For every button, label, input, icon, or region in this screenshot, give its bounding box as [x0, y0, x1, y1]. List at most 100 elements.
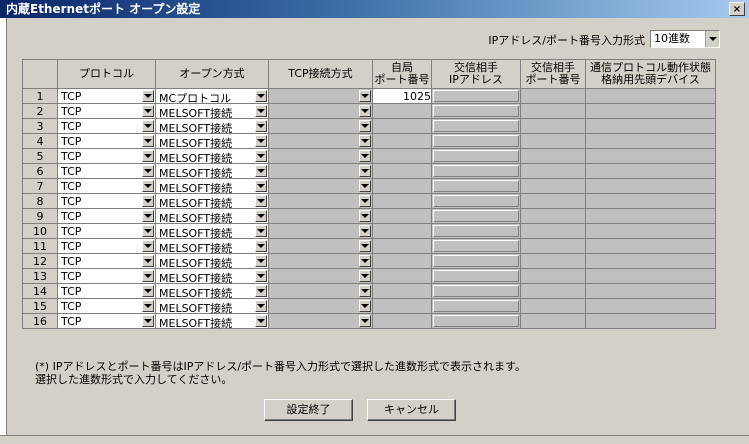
- chevron-down-icon[interactable]: [255, 285, 267, 297]
- cancel-button[interactable]: キャンセル: [367, 399, 456, 421]
- chevron-down-icon[interactable]: [255, 105, 267, 117]
- partner-ip-cell[interactable]: [431, 223, 521, 239]
- chevron-down-icon[interactable]: [142, 225, 154, 237]
- chevron-down-icon[interactable]: [255, 225, 267, 237]
- chevron-down-icon[interactable]: [255, 210, 267, 222]
- format-select[interactable]: 10進数: [650, 30, 720, 48]
- chevron-down-icon[interactable]: [359, 240, 371, 252]
- open-method-select[interactable]: MCプロトコル: [155, 88, 269, 105]
- chevron-down-icon[interactable]: [359, 165, 371, 177]
- protocol-select[interactable]: TCP: [57, 313, 156, 329]
- host-port-input[interactable]: 1025: [372, 88, 432, 104]
- protocol-select[interactable]: TCP: [57, 223, 156, 239]
- chevron-down-icon[interactable]: [359, 300, 371, 312]
- open-method-select[interactable]: MELSOFT接続: [155, 298, 269, 315]
- tcp-connection-select[interactable]: [268, 298, 373, 314]
- partner-ip-button[interactable]: [433, 150, 519, 162]
- partner-ip-cell[interactable]: [431, 88, 521, 104]
- chevron-down-icon[interactable]: [359, 315, 371, 327]
- partner-ip-cell[interactable]: [431, 163, 521, 179]
- chevron-down-icon[interactable]: [255, 315, 267, 327]
- chevron-down-icon[interactable]: [142, 195, 154, 207]
- chevron-down-icon[interactable]: [142, 300, 154, 312]
- chevron-down-icon[interactable]: [142, 120, 154, 132]
- tcp-connection-select[interactable]: [268, 133, 373, 149]
- open-method-select[interactable]: MELSOFT接続: [155, 313, 269, 330]
- chevron-down-icon[interactable]: [255, 195, 267, 207]
- tcp-connection-select[interactable]: [268, 103, 373, 119]
- protocol-select[interactable]: TCP: [57, 298, 156, 314]
- tcp-connection-select[interactable]: [268, 283, 373, 299]
- chevron-down-icon[interactable]: [359, 285, 371, 297]
- partner-ip-button[interactable]: [433, 195, 519, 207]
- chevron-down-icon[interactable]: [359, 210, 371, 222]
- partner-ip-cell[interactable]: [431, 208, 521, 224]
- open-method-select[interactable]: MELSOFT接続: [155, 103, 269, 120]
- chevron-down-icon[interactable]: [255, 180, 267, 192]
- chevron-down-icon[interactable]: [255, 240, 267, 252]
- protocol-select[interactable]: TCP: [57, 253, 156, 269]
- tcp-connection-select[interactable]: [268, 313, 373, 329]
- chevron-down-icon[interactable]: [255, 270, 267, 282]
- open-method-select[interactable]: MELSOFT接続: [155, 283, 269, 300]
- partner-ip-button[interactable]: [433, 270, 519, 282]
- partner-ip-cell[interactable]: [431, 103, 521, 119]
- tcp-connection-select[interactable]: [268, 118, 373, 134]
- tcp-connection-select[interactable]: [268, 148, 373, 164]
- partner-ip-button[interactable]: [433, 255, 519, 267]
- open-method-select[interactable]: MELSOFT接続: [155, 223, 269, 240]
- open-method-select[interactable]: MELSOFT接続: [155, 193, 269, 210]
- partner-ip-cell[interactable]: [431, 268, 521, 284]
- partner-ip-button[interactable]: [433, 315, 519, 327]
- protocol-select[interactable]: TCP: [57, 178, 156, 194]
- chevron-down-icon[interactable]: [359, 270, 371, 282]
- chevron-down-icon[interactable]: [142, 240, 154, 252]
- partner-ip-cell[interactable]: [431, 313, 521, 329]
- partner-ip-button[interactable]: [433, 300, 519, 312]
- partner-ip-button[interactable]: [433, 90, 519, 102]
- tcp-connection-select[interactable]: [268, 88, 373, 104]
- open-method-select[interactable]: MELSOFT接続: [155, 238, 269, 255]
- chevron-down-icon[interactable]: [359, 255, 371, 267]
- partner-ip-button[interactable]: [433, 240, 519, 252]
- partner-ip-cell[interactable]: [431, 253, 521, 269]
- tcp-connection-select[interactable]: [268, 178, 373, 194]
- partner-ip-button[interactable]: [433, 135, 519, 147]
- protocol-select[interactable]: TCP: [57, 148, 156, 164]
- chevron-down-icon[interactable]: [359, 195, 371, 207]
- close-button[interactable]: ×: [729, 2, 745, 16]
- protocol-select[interactable]: TCP: [57, 103, 156, 119]
- chevron-down-icon[interactable]: [255, 120, 267, 132]
- open-method-select[interactable]: MELSOFT接続: [155, 178, 269, 195]
- chevron-down-icon[interactable]: [142, 135, 154, 147]
- chevron-down-icon[interactable]: [142, 255, 154, 267]
- chevron-down-icon[interactable]: [255, 135, 267, 147]
- partner-ip-button[interactable]: [433, 225, 519, 237]
- partner-ip-button[interactable]: [433, 210, 519, 222]
- chevron-down-icon[interactable]: [705, 31, 719, 47]
- tcp-connection-select[interactable]: [268, 238, 373, 254]
- chevron-down-icon[interactable]: [142, 315, 154, 327]
- tcp-connection-select[interactable]: [268, 193, 373, 209]
- chevron-down-icon[interactable]: [142, 180, 154, 192]
- partner-ip-cell[interactable]: [431, 133, 521, 149]
- chevron-down-icon[interactable]: [255, 150, 267, 162]
- tcp-connection-select[interactable]: [268, 208, 373, 224]
- chevron-down-icon[interactable]: [359, 105, 371, 117]
- protocol-select[interactable]: TCP: [57, 208, 156, 224]
- tcp-connection-select[interactable]: [268, 268, 373, 284]
- partner-ip-cell[interactable]: [431, 283, 521, 299]
- partner-ip-button[interactable]: [433, 120, 519, 132]
- chevron-down-icon[interactable]: [359, 135, 371, 147]
- protocol-select[interactable]: TCP: [57, 118, 156, 134]
- chevron-down-icon[interactable]: [142, 150, 154, 162]
- chevron-down-icon[interactable]: [142, 105, 154, 117]
- chevron-down-icon[interactable]: [142, 165, 154, 177]
- tcp-connection-select[interactable]: [268, 253, 373, 269]
- partner-ip-cell[interactable]: [431, 118, 521, 134]
- protocol-select[interactable]: TCP: [57, 283, 156, 299]
- partner-ip-cell[interactable]: [431, 178, 521, 194]
- protocol-select[interactable]: TCP: [57, 268, 156, 284]
- partner-ip-button[interactable]: [433, 165, 519, 177]
- partner-ip-button[interactable]: [433, 105, 519, 117]
